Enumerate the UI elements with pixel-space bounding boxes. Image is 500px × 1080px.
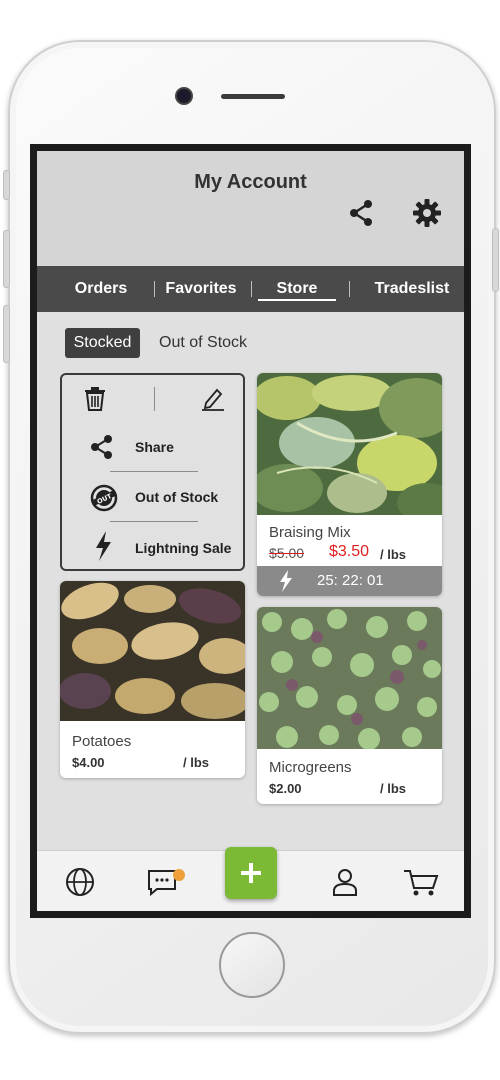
phone-screen: My Account Orders Favorites Store Trades… bbox=[30, 144, 471, 918]
volume-down-button bbox=[3, 305, 10, 363]
product-card-braising-mix[interactable]: Braising Mix $5.00 $3.50 / lbs 25: 22: 0… bbox=[257, 373, 442, 596]
share-icon bbox=[91, 435, 112, 459]
product-card-potatoes[interactable]: Potatoes $4.00 / lbs bbox=[60, 581, 245, 778]
product-action-menu: Share OUT Out of Stock Lightning Sale bbox=[60, 373, 245, 571]
product-name: Microgreens bbox=[269, 759, 352, 776]
home-button[interactable] bbox=[219, 932, 285, 998]
tab-divider bbox=[154, 281, 155, 297]
menu-item-share[interactable]: Share bbox=[90, 430, 240, 466]
tab-divider bbox=[251, 281, 252, 297]
tab-divider bbox=[349, 281, 350, 297]
globe-icon[interactable] bbox=[65, 867, 95, 897]
main-tab-bar: Orders Favorites Store Tradeslist bbox=[37, 266, 464, 312]
page-title: My Account bbox=[194, 171, 307, 193]
volume-up-button bbox=[3, 230, 10, 288]
potatoes-photo bbox=[60, 581, 245, 721]
menu-item-label: Out of Stock bbox=[135, 489, 219, 505]
trash-icon[interactable] bbox=[84, 387, 106, 411]
tab-favorites[interactable]: Favorites bbox=[157, 266, 245, 312]
earpiece-speaker bbox=[221, 94, 285, 99]
tab-tradeslist[interactable]: Tradeslist bbox=[367, 266, 457, 312]
add-product-button[interactable] bbox=[225, 847, 277, 899]
product-price: $4.00 bbox=[72, 755, 105, 770]
menu-divider-vertical bbox=[154, 387, 155, 411]
microgreens-photo bbox=[257, 607, 442, 749]
active-tab-indicator bbox=[258, 299, 336, 301]
filter-stocked[interactable]: Stocked bbox=[65, 328, 140, 358]
product-card-microgreens[interactable]: Microgreens $2.00 / lbs bbox=[257, 607, 442, 804]
plus-icon bbox=[241, 863, 261, 883]
lightning-icon bbox=[280, 570, 292, 592]
app-header: My Account bbox=[37, 151, 464, 266]
braising-mix-photo bbox=[257, 373, 442, 515]
lightning-sale-timer: 25: 22: 01 bbox=[257, 566, 442, 596]
menu-divider bbox=[110, 521, 198, 522]
gear-icon[interactable] bbox=[411, 197, 443, 229]
out-stamp-icon: OUT bbox=[90, 484, 118, 512]
mute-switch bbox=[3, 170, 10, 200]
edit-pencil-icon[interactable] bbox=[200, 385, 226, 411]
product-unit: / lbs bbox=[182, 755, 209, 770]
product-sale-price: $3.50 bbox=[329, 543, 370, 560]
cart-icon[interactable] bbox=[403, 867, 439, 897]
tab-store[interactable]: Store bbox=[257, 266, 337, 312]
power-button bbox=[492, 228, 499, 292]
product-name: Potatoes bbox=[72, 733, 132, 750]
menu-item-out-of-stock[interactable]: OUT Out of Stock bbox=[90, 480, 240, 516]
product-name: Braising Mix bbox=[269, 524, 351, 541]
product-price: $2.00 bbox=[269, 781, 302, 796]
menu-item-lightning-sale[interactable]: Lightning Sale bbox=[90, 531, 240, 567]
chat-icon[interactable] bbox=[147, 867, 177, 897]
filter-out-of-stock[interactable]: Out of Stock bbox=[159, 328, 279, 358]
menu-divider bbox=[110, 471, 198, 472]
product-unit: / lbs bbox=[379, 781, 406, 796]
share-icon[interactable] bbox=[346, 197, 378, 229]
app-display: My Account Orders Favorites Store Trades… bbox=[37, 151, 464, 911]
user-icon[interactable] bbox=[330, 867, 360, 897]
menu-item-label: Share bbox=[135, 439, 174, 455]
front-camera bbox=[177, 89, 191, 103]
product-unit: / lbs bbox=[379, 547, 406, 562]
menu-item-label: Lightning Sale bbox=[135, 540, 232, 556]
lightning-icon bbox=[96, 531, 111, 561]
product-old-price: $5.00 bbox=[269, 545, 305, 561]
tab-orders[interactable]: Orders bbox=[57, 266, 145, 312]
notification-badge bbox=[173, 869, 185, 881]
countdown-timer: 25: 22: 01 bbox=[317, 572, 384, 589]
